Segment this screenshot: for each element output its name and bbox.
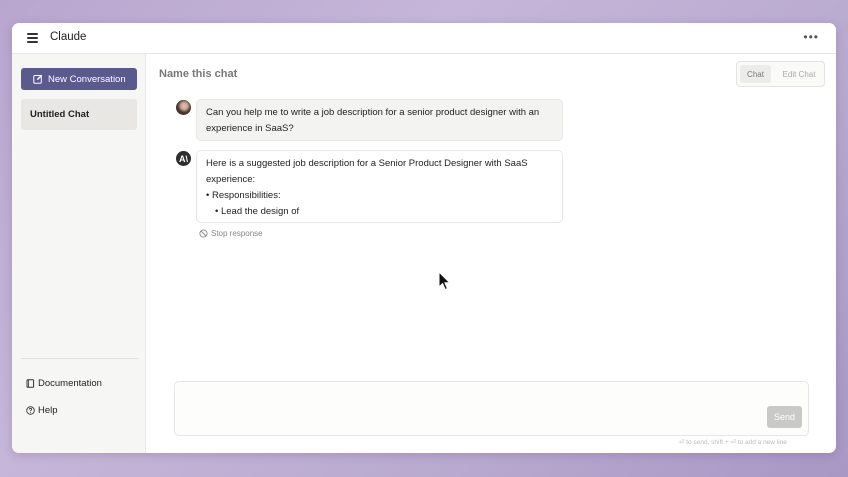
book-icon [26,379,35,388]
edit-icon [33,74,43,84]
documentation-label: Documentation [38,378,102,389]
title-bar: Claude ••• [12,23,836,54]
more-options-icon[interactable]: ••• [803,31,819,43]
new-conversation-button[interactable]: New Conversation [21,68,137,90]
documentation-link[interactable]: Documentation [26,378,102,389]
send-button[interactable]: Send [767,406,802,428]
hamburger-menu-icon[interactable] [27,33,38,43]
mode-toggle: Chat Edit Chat [736,61,825,87]
user-message: Can you help me to write a job descripti… [196,99,563,141]
chat-main: Name this chat Chat Edit Chat Can you he… [147,54,836,453]
keyboard-hint: ⏎ to send, shift + ⏎ to add a new line [679,439,787,446]
user-message-text: Can you help me to write a job descripti… [206,107,540,134]
chat-name-title[interactable]: Name this chat [159,68,237,80]
assistant-message-text: Here is a suggested job description for … [206,158,528,185]
assistant-bullet: • Responsibilities: [206,190,281,201]
help-link[interactable]: Help [26,405,58,416]
message-composer: Send [174,381,809,436]
assistant-message: Here is a suggested job description for … [196,150,563,223]
chat-item-label: Untitled Chat [30,109,90,120]
assistant-subbullet: • Lead the design of [215,206,300,217]
help-icon [26,406,35,415]
stop-icon [199,229,208,238]
sidebar: New Conversation Untitled Chat Documenta… [12,54,146,453]
app-title: Claude [50,31,87,43]
user-avatar [176,100,191,115]
sidebar-divider [21,358,138,359]
sidebar-chat-item[interactable]: Untitled Chat [21,99,137,130]
tab-edit-chat[interactable]: Edit Chat [777,65,821,83]
help-label: Help [38,405,58,416]
app-window: Claude ••• New Conversation Untitled Cha… [12,23,836,453]
stop-response-label: Stop response [211,229,263,238]
claude-logo-icon: A\ [176,151,191,166]
mouse-cursor-icon [438,271,451,291]
tab-chat[interactable]: Chat [740,65,771,83]
message-input[interactable] [181,388,761,430]
stop-response-button[interactable]: Stop response [199,229,263,238]
new-conversation-label: New Conversation [48,73,126,85]
